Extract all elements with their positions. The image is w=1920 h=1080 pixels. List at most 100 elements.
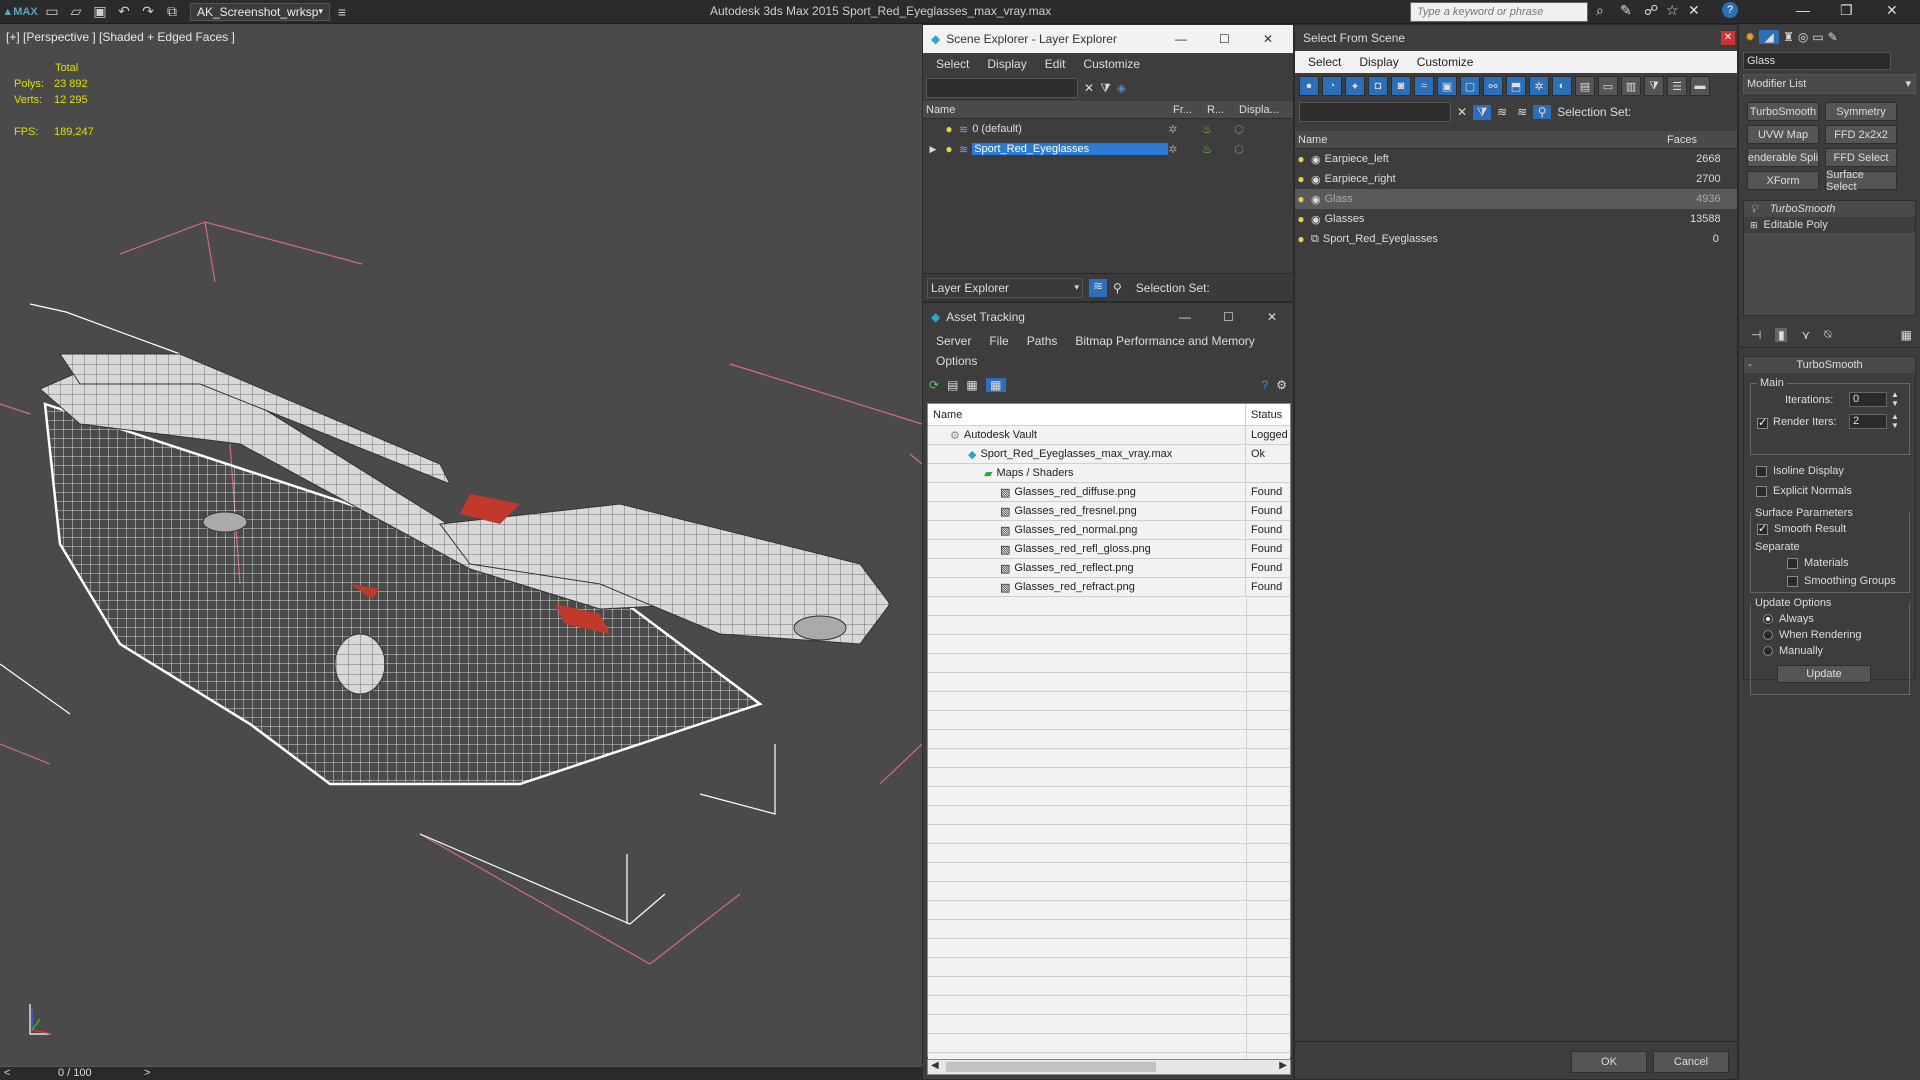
filter-helpers-icon[interactable]: ◙ [1391, 76, 1411, 96]
hierarchy-tab-icon[interactable]: ♜ [1783, 30, 1794, 44]
menu-select[interactable]: Select [1299, 55, 1350, 69]
filter-geometry-icon[interactable]: ● [1299, 76, 1319, 96]
col-frozen[interactable]: Fr... [1173, 104, 1207, 116]
prev-frame-icon[interactable]: < [4, 1067, 10, 1079]
smoothing-groups-checkbox[interactable] [1787, 575, 1798, 587]
modifier-list-dropdown[interactable]: Modifier List ▾ [1743, 74, 1916, 94]
layer-name[interactable]: Sport_Red_Eyeglasses [972, 143, 1169, 155]
teapot-icon[interactable]: ♨ [1202, 143, 1234, 156]
when-rendering-row[interactable]: When Rendering [1763, 629, 1862, 641]
menu-options[interactable]: Options [927, 354, 986, 368]
menu-select[interactable]: Select [927, 57, 978, 71]
new-file-icon[interactable]: ▭ [40, 1, 64, 23]
teapot-icon[interactable]: ♨ [1202, 123, 1234, 136]
menu-customize[interactable]: Customize [1408, 55, 1483, 69]
ffd-select-button[interactable]: FFD Select [1825, 148, 1897, 167]
filter-hidden-icon[interactable]: ◐ [1552, 76, 1572, 96]
grid-view-icon[interactable]: ▦ [985, 378, 1006, 392]
filter-icon[interactable]: ⧩ [1100, 81, 1111, 96]
asset-row-file[interactable]: ▧ Glasses_red_normal.png Found [928, 521, 1290, 540]
make-unique-icon[interactable]: ⋎ [1801, 328, 1810, 342]
bulb-icon[interactable]: ● [943, 142, 955, 156]
maximize-icon[interactable]: ☐ [1223, 310, 1234, 324]
explicit-normals-checkbox[interactable] [1756, 485, 1767, 497]
object-row[interactable]: ● ⧉ Sport_Red_Eyeglasses 0 [1295, 229, 1737, 249]
asset-row-vault[interactable]: ⚙ Autodesk Vault Logged [928, 426, 1290, 445]
col-render[interactable]: R... [1207, 104, 1239, 116]
select-all-icon[interactable]: ▤ [1575, 76, 1595, 96]
layers-icon[interactable]: ≋ [1497, 105, 1507, 119]
surface-select-button[interactable]: Surface Select [1825, 169, 1897, 193]
tools-icon[interactable]: ✎ [1620, 2, 1632, 19]
asset-row-maxfile[interactable]: ◆ Sport_Red_Eyeglasses_max_vray.max Ok [928, 445, 1290, 464]
hierarchy-icon[interactable]: ⚲ [1113, 281, 1122, 295]
menu-server[interactable]: Server [927, 334, 980, 348]
minimize-icon[interactable]: — [1175, 32, 1187, 46]
asset-row-file[interactable]: ▧ Glasses_red_refract.png Found [928, 578, 1290, 597]
asset-row-file[interactable]: ▧ Glasses_red_fresnel.png Found [928, 502, 1290, 521]
workspace-menu-icon[interactable]: ≡ [330, 1, 354, 23]
col-name[interactable]: Name [928, 404, 1246, 425]
close-x-icon[interactable]: ✕ [1688, 2, 1700, 19]
modify-tab-icon[interactable]: ◢ [1759, 30, 1780, 44]
scroll-left-icon[interactable]: ◀ [931, 1060, 939, 1071]
object-row[interactable]: ● ◉ Earpiece_right 2700 [1295, 169, 1737, 189]
when-rendering-radio[interactable] [1763, 630, 1773, 641]
layer-icon[interactable]: ◈ [1117, 81, 1126, 95]
filter-bones-icon[interactable]: ⚯ [1483, 76, 1503, 96]
expand-icon[interactable]: ⊞ [1750, 220, 1758, 231]
render-iters-checkbox[interactable] [1757, 416, 1768, 429]
filter-shapes-icon[interactable]: ◔ [1322, 76, 1342, 96]
close-icon[interactable]: ✕ [1267, 310, 1277, 324]
filter-spacewarps-icon[interactable]: ≈ [1414, 76, 1434, 96]
update-button[interactable]: Update [1777, 665, 1871, 683]
signin-icon[interactable]: ☍ [1644, 2, 1658, 19]
filter-xrefs-icon[interactable]: ▢ [1460, 76, 1480, 96]
ok-button[interactable]: OK [1571, 1051, 1647, 1073]
collapse-icon[interactable]: ▬ [1690, 76, 1710, 96]
freeze-icon[interactable]: ✲ [1168, 143, 1202, 156]
stack-item-editable-poly[interactable]: ⊞ Editable Poly [1744, 217, 1915, 233]
object-row[interactable]: ● ◉ Glasses 13588 [1295, 209, 1737, 229]
bulb-icon[interactable]: ● [1295, 232, 1307, 246]
help-icon[interactable]: ? [1722, 2, 1738, 18]
menu-edit[interactable]: Edit [1036, 57, 1075, 71]
help-icon[interactable]: ? [1262, 378, 1269, 392]
workspace-dropdown[interactable]: AK_Screenshot_wrksp ▾ [190, 2, 330, 21]
show-end-result-icon[interactable]: ▮ [1775, 327, 1788, 342]
filter-groups-icon[interactable]: ▣ [1437, 76, 1457, 96]
scroll-right-icon[interactable]: ▶ [1279, 1060, 1287, 1071]
clear-search-icon[interactable]: ✕ [1084, 81, 1094, 95]
always-row[interactable]: Always [1763, 613, 1814, 625]
minimize-icon[interactable]: — [1796, 2, 1810, 18]
rollout-header[interactable]: - TurboSmooth [1744, 357, 1915, 373]
smoothing-groups-row[interactable]: Smoothing Groups [1787, 575, 1896, 587]
horizontal-scrollbar[interactable]: ◀ ▶ [927, 1059, 1291, 1075]
col-name[interactable]: Name [1295, 134, 1667, 146]
smooth-result-row[interactable]: Smooth Result [1757, 522, 1846, 535]
layer-row-eyeglasses[interactable]: ▶ ● ≋ Sport_Red_Eyeglasses ✲ ♨ ⬡ [923, 139, 1293, 159]
bulb-icon[interactable]: ● [1295, 212, 1307, 226]
select-none-icon[interactable]: ▭ [1598, 76, 1618, 96]
col-status[interactable]: Status [1246, 404, 1290, 425]
iterations-spinner[interactable]: 0 [1849, 392, 1887, 407]
filter-icon[interactable]: ⧩ [1644, 76, 1664, 96]
isoline-row[interactable]: Isoline Display [1756, 465, 1844, 477]
asset-row-file[interactable]: ▧ Glasses_red_diffuse.png Found [928, 483, 1290, 502]
bulb-icon[interactable]: ● [943, 122, 955, 136]
object-name-field[interactable]: Glass [1743, 52, 1891, 70]
xform-button[interactable]: XForm [1747, 171, 1819, 190]
configure-sets-icon[interactable]: ▦ [1901, 328, 1920, 342]
close-icon[interactable]: ✕ [1886, 2, 1898, 19]
refresh-icon[interactable]: ⟳ [929, 378, 939, 392]
minimize-icon[interactable]: — [1179, 310, 1191, 324]
object-row-selected[interactable]: ● ◉ Glass 4936 [1295, 189, 1737, 209]
menu-display[interactable]: Display [978, 57, 1035, 71]
filter-list-icon[interactable]: ☰ [1667, 76, 1687, 96]
project-folder-icon[interactable]: ⧉ [160, 1, 184, 23]
stack-item-turbosmooth[interactable]: 💡︎ TurboSmooth [1744, 201, 1915, 217]
display-icon[interactable]: ⬡ [1234, 143, 1244, 156]
list-icon[interactable]: ▤ [947, 378, 958, 392]
time-slider[interactable]: < 0 / 100 > [0, 1066, 922, 1080]
settings-icon[interactable]: ⚙ [1276, 378, 1293, 392]
